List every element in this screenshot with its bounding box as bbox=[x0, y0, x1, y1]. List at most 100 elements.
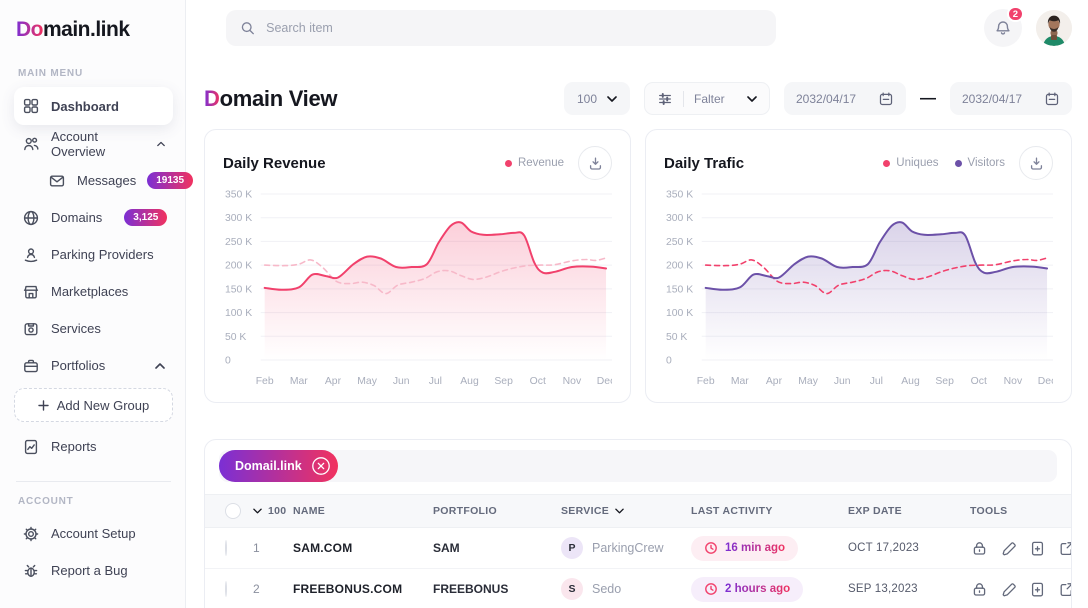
svg-text:150 K: 150 K bbox=[666, 284, 693, 295]
svg-text:0: 0 bbox=[225, 355, 231, 366]
chart-legend: Revenue bbox=[505, 157, 564, 169]
sidebar-item-domains[interactable]: Domains 3,125 bbox=[14, 199, 173, 236]
export-icon[interactable] bbox=[1057, 539, 1072, 557]
date-to-picker[interactable]: 2032/04/17 bbox=[950, 82, 1072, 115]
download-icon bbox=[587, 155, 604, 172]
notification-count-badge: 2 bbox=[1007, 6, 1024, 22]
sidebar-item-label: Account Overview bbox=[51, 129, 135, 159]
svg-text:May: May bbox=[798, 376, 818, 387]
filter-tag[interactable]: Domail.link bbox=[219, 450, 338, 482]
tools-cell bbox=[970, 580, 1072, 598]
portfolio-header: PORTFOLIO bbox=[433, 505, 561, 517]
chevron-down-icon bbox=[607, 96, 617, 102]
services-icon bbox=[22, 320, 40, 338]
svg-text:250 K: 250 K bbox=[666, 237, 693, 248]
domain-name[interactable]: SAM.COM bbox=[293, 541, 433, 555]
date-from-picker[interactable]: 2032/04/17 bbox=[784, 82, 906, 115]
select-all-checkbox[interactable] bbox=[225, 503, 241, 519]
bug-icon bbox=[22, 562, 40, 580]
account-section-label: ACCOUNT bbox=[18, 496, 173, 507]
file-add-icon[interactable] bbox=[1028, 580, 1046, 598]
sidebar-item-report-bug[interactable]: Report a Bug bbox=[14, 552, 173, 589]
charts-row: Daily Revenue Revenue 350 K 300 K 250 K 200… bbox=[186, 115, 1088, 403]
download-icon bbox=[1028, 155, 1045, 172]
domain-name[interactable]: FREEBONUS.COM bbox=[293, 582, 433, 596]
main-menu-label: MAIN MENU bbox=[18, 68, 173, 79]
legend-item: Visitors bbox=[955, 157, 1006, 169]
legend-item: Revenue bbox=[505, 157, 564, 169]
svg-text:200 K: 200 K bbox=[666, 261, 693, 272]
row-number: 2 bbox=[253, 582, 293, 596]
service-header-label: SERVICE bbox=[561, 505, 609, 517]
svg-text:Jun: Jun bbox=[834, 376, 851, 387]
svg-text:350 K: 350 K bbox=[666, 189, 693, 200]
filter-label: Falter bbox=[694, 92, 725, 106]
sidebar-item-account-setup[interactable]: Account Setup bbox=[14, 515, 173, 552]
remove-tag-icon[interactable] bbox=[310, 455, 332, 477]
row-number: 1 bbox=[253, 541, 293, 555]
svg-text:Nov: Nov bbox=[1004, 376, 1023, 387]
page-size-dropdown[interactable]: 100 bbox=[564, 82, 630, 115]
sidebar-item-messages[interactable]: Messages 19135 bbox=[40, 162, 173, 199]
svg-text:150 K: 150 K bbox=[225, 284, 252, 295]
chart-legend: UniquesVisitors bbox=[883, 157, 1005, 169]
add-new-group-button[interactable]: Add New Group bbox=[14, 388, 173, 422]
count-header-label: 100 bbox=[268, 505, 286, 517]
svg-text:Feb: Feb bbox=[256, 376, 274, 387]
sidebar-item-label: Parking Providers bbox=[51, 247, 154, 262]
calendar-icon bbox=[878, 91, 894, 107]
service-header[interactable]: SERVICE bbox=[561, 505, 691, 517]
download-button[interactable] bbox=[1019, 146, 1053, 180]
svg-text:Nov: Nov bbox=[563, 376, 582, 387]
file-add-icon[interactable] bbox=[1028, 539, 1046, 557]
legend-dot bbox=[955, 160, 962, 167]
svg-text:50 K: 50 K bbox=[666, 332, 687, 343]
svg-text:May: May bbox=[357, 376, 377, 387]
mail-icon bbox=[48, 172, 66, 190]
last-activity-text: 2 hours ago bbox=[725, 583, 790, 595]
svg-text:Dec: Dec bbox=[597, 376, 612, 387]
search-input[interactable] bbox=[266, 21, 762, 35]
chevron-up-icon bbox=[155, 363, 165, 369]
sidebar-item-marketplaces[interactable]: Marketplaces bbox=[14, 273, 173, 310]
filter-dropdown[interactable]: Falter bbox=[644, 82, 770, 115]
svg-text:Sep: Sep bbox=[935, 376, 954, 387]
edit-icon[interactable] bbox=[999, 539, 1017, 557]
date-range-separator: — bbox=[920, 90, 936, 108]
notifications-button[interactable]: 2 bbox=[984, 9, 1022, 47]
sidebar-item-label: Reports bbox=[51, 439, 97, 454]
date-from-value: 2032/04/17 bbox=[796, 92, 856, 106]
avatar[interactable] bbox=[1036, 10, 1072, 46]
service-initial-badge: S bbox=[561, 578, 583, 600]
row-checkbox[interactable] bbox=[225, 581, 227, 597]
sidebar-item-services[interactable]: Services bbox=[14, 310, 173, 347]
count-header[interactable]: 100 bbox=[253, 505, 293, 517]
svg-text:300 K: 300 K bbox=[225, 213, 252, 224]
lock-icon[interactable] bbox=[970, 580, 988, 598]
app-logo: Domain.link bbox=[16, 18, 173, 42]
sidebar-item-dashboard[interactable]: Dashboard bbox=[14, 87, 173, 125]
chart-title: Daily Revenue bbox=[223, 155, 326, 172]
sidebar-item-account-overview[interactable]: Account Overview bbox=[14, 125, 173, 162]
row-checkbox[interactable] bbox=[225, 540, 227, 556]
sidebar-item-parking-providers[interactable]: Parking Providers bbox=[14, 236, 173, 273]
sidebar-item-reports[interactable]: Reports bbox=[14, 428, 173, 465]
edit-icon[interactable] bbox=[999, 580, 1017, 598]
lock-icon[interactable] bbox=[970, 539, 988, 557]
page-size-value: 100 bbox=[577, 92, 597, 106]
exp-date-header: EXP DATE bbox=[848, 505, 970, 517]
table-header-row: 100 NAME PORTFOLIO SERVICE LAST ACTIVITY… bbox=[205, 494, 1071, 528]
legend-dot bbox=[883, 160, 890, 167]
export-icon[interactable] bbox=[1057, 580, 1072, 598]
last-activity-pill: 2 hours ago bbox=[691, 577, 803, 602]
daily-trafic-chart: 350 K300 K250 K200 K150 K100 K50 K0FebMa… bbox=[664, 184, 1053, 395]
tools-header: TOOLS bbox=[970, 505, 1051, 517]
svg-text:Aug: Aug bbox=[460, 376, 479, 387]
svg-text:Mar: Mar bbox=[731, 376, 749, 387]
logo-suffix: main.link bbox=[43, 18, 130, 41]
download-button[interactable] bbox=[578, 146, 612, 180]
app-root: Domain.link MAIN MENU Dashboard Account … bbox=[0, 0, 1088, 608]
svg-text:Mar: Mar bbox=[290, 376, 308, 387]
sidebar-item-portfolios[interactable]: Portfolios bbox=[14, 347, 173, 384]
service-initial-badge: P bbox=[561, 537, 583, 559]
